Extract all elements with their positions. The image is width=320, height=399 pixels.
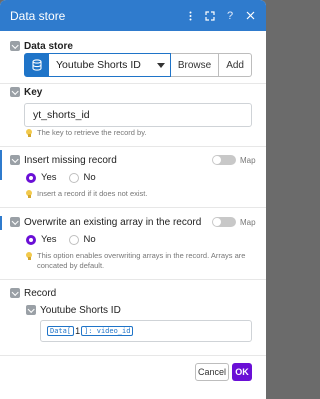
collapse-toggle-key[interactable] bbox=[10, 87, 20, 97]
help-icon[interactable]: ? bbox=[222, 8, 238, 24]
overwrite-hint-text: This option enables overwriting arrays i… bbox=[37, 251, 245, 271]
ok-button[interactable]: OK bbox=[232, 363, 252, 381]
insert-missing-map-toggle[interactable]: Map bbox=[212, 155, 256, 165]
map-switch[interactable] bbox=[212, 155, 236, 165]
divider bbox=[0, 279, 266, 280]
dialog-title: Data store bbox=[10, 8, 66, 23]
expand-icon[interactable] bbox=[202, 8, 218, 24]
cancel-button[interactable]: Cancel bbox=[195, 363, 229, 381]
token-index: 1 bbox=[75, 326, 81, 336]
chevron-down-icon bbox=[152, 62, 170, 68]
token-prefix: Data[ bbox=[47, 326, 75, 336]
radio-unselected[interactable] bbox=[68, 234, 79, 245]
key-label: Key bbox=[24, 87, 43, 98]
data-store-label: Data store bbox=[24, 41, 73, 52]
map-switch[interactable] bbox=[212, 217, 236, 227]
close-icon[interactable] bbox=[242, 8, 258, 24]
data-store-dialog: Data store ? Data store Youtube Shorts I… bbox=[0, 0, 266, 399]
database-icon bbox=[25, 54, 49, 76]
add-button[interactable]: Add bbox=[219, 53, 252, 77]
insert-missing-options: Yes No bbox=[26, 172, 108, 183]
lightbulb-icon bbox=[26, 129, 32, 137]
divider bbox=[0, 83, 266, 84]
key-input[interactable]: yt_shorts_id bbox=[24, 103, 252, 127]
data-store-select[interactable]: Youtube Shorts ID bbox=[24, 53, 171, 77]
collapse-toggle-record-field[interactable] bbox=[26, 305, 36, 315]
insert-missing-hint-text: Insert a record if it does not exist. bbox=[37, 189, 148, 198]
overwrite-no[interactable]: No bbox=[68, 234, 96, 245]
radio-unselected[interactable] bbox=[68, 172, 79, 183]
overwrite-hint: This option enables overwriting arrays i… bbox=[26, 251, 256, 271]
divider bbox=[0, 146, 266, 147]
collapse-toggle-data-store[interactable] bbox=[10, 41, 20, 51]
insert-missing-label: Insert missing record bbox=[24, 155, 117, 166]
mapped-token[interactable]: Data[ 1 ]: video_id bbox=[47, 326, 134, 336]
overwrite-yes[interactable]: Yes bbox=[26, 234, 57, 245]
radio-selected[interactable] bbox=[26, 234, 36, 245]
collapse-toggle-insert-missing[interactable] bbox=[10, 155, 20, 165]
record-label: Record bbox=[24, 288, 57, 299]
data-store-selected-value: Youtube Shorts ID bbox=[56, 59, 141, 71]
divider bbox=[0, 355, 266, 356]
background-edge-mark bbox=[0, 216, 2, 230]
data-store-picker: Youtube Shorts ID Browse Add bbox=[24, 53, 252, 77]
lightbulb-icon bbox=[26, 190, 32, 198]
key-hint-text: The key to retrieve the record by. bbox=[37, 128, 147, 137]
record-field-input[interactable]: Data[ 1 ]: video_id bbox=[40, 320, 252, 342]
overwrite-options: Yes No bbox=[26, 234, 108, 245]
key-hint: The key to retrieve the record by. bbox=[26, 128, 147, 138]
collapse-toggle-record[interactable] bbox=[10, 288, 20, 298]
insert-missing-yes[interactable]: Yes bbox=[26, 172, 57, 183]
yes-label: Yes bbox=[41, 234, 57, 245]
background-edge-mark bbox=[0, 150, 2, 180]
lightbulb-icon bbox=[26, 252, 32, 260]
map-label: Map bbox=[240, 155, 256, 165]
radio-selected[interactable] bbox=[26, 172, 36, 183]
overwrite-hint-line2: concated by default. bbox=[37, 261, 105, 270]
overwrite-map-toggle[interactable]: Map bbox=[212, 217, 256, 227]
no-label: No bbox=[83, 172, 96, 183]
map-label: Map bbox=[240, 217, 256, 227]
key-input-value: yt_shorts_id bbox=[33, 109, 90, 121]
collapse-toggle-overwrite[interactable] bbox=[10, 217, 20, 227]
overwrite-hint-line1: This option enables overwriting arrays i… bbox=[37, 251, 246, 260]
insert-missing-no[interactable]: No bbox=[68, 172, 96, 183]
record-field-label: Youtube Shorts ID bbox=[40, 305, 121, 316]
no-label: No bbox=[83, 234, 96, 245]
token-suffix: ]: video_id bbox=[81, 326, 134, 336]
browse-button[interactable]: Browse bbox=[170, 53, 220, 77]
divider bbox=[0, 207, 266, 208]
insert-missing-hint: Insert a record if it does not exist. bbox=[26, 189, 147, 199]
dialog-header: Data store ? bbox=[0, 0, 266, 31]
overwrite-label: Overwrite an existing array in the recor… bbox=[24, 217, 202, 228]
kebab-icon[interactable] bbox=[182, 8, 198, 24]
yes-label: Yes bbox=[41, 172, 57, 183]
